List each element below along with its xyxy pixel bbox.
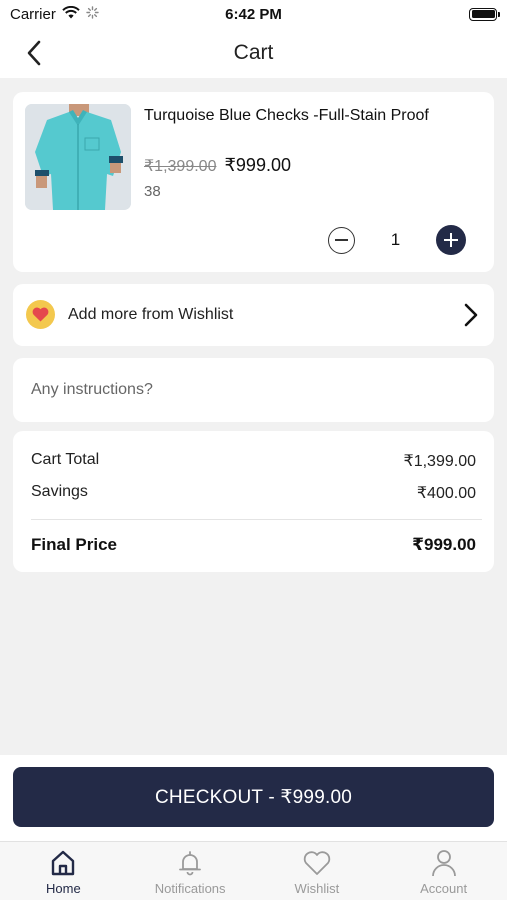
tab-label: Account [420, 881, 468, 896]
final-price-label: Final Price [31, 535, 117, 554]
checkout-area: CHECKOUT - ₹999.00 [0, 755, 507, 841]
cart-total-row: Cart Total ₹1,399.00 [31, 451, 476, 471]
battery-icon [469, 7, 500, 21]
increase-quantity-button[interactable] [436, 225, 466, 255]
tab-bar: Home Notifications Wishlist Account [0, 841, 507, 900]
chevron-right-icon [463, 303, 479, 327]
decrease-quantity-button[interactable] [328, 226, 355, 254]
add-from-wishlist-row[interactable]: Add more from Wishlist [13, 284, 494, 346]
bell-icon [175, 848, 205, 878]
status-bar: Carrier 6:42 PM [0, 0, 507, 28]
instructions-input[interactable] [31, 358, 471, 422]
checkout-button[interactable]: CHECKOUT - ₹999.00 [13, 767, 494, 827]
final-price-row: Final Price ₹999.00 [31, 535, 476, 555]
loading-spinner-icon [86, 5, 99, 23]
user-icon [429, 848, 459, 878]
tab-wishlist[interactable]: Wishlist [254, 842, 381, 900]
tab-home[interactable]: Home [0, 842, 127, 900]
cart-item-card: Turquoise Blue Checks -Full-Stain Proof … [13, 92, 494, 272]
page-title: Cart [233, 41, 274, 64]
product-size: 38 [144, 183, 161, 200]
tab-label: Notifications [154, 881, 226, 896]
nav-bar: Cart [0, 28, 507, 78]
heart-icon [26, 300, 55, 329]
savings-value: ₹400.00 [416, 485, 476, 502]
current-price: ₹999.00 [224, 155, 291, 175]
cart-total-value: ₹1,399.00 [403, 453, 476, 470]
wishlist-prompt-label: Add more from Wishlist [68, 306, 234, 323]
tab-notifications[interactable]: Notifications [127, 842, 254, 900]
carrier-label: Carrier [10, 5, 56, 23]
chevron-left-icon [27, 40, 41, 66]
tab-account[interactable]: Account [380, 842, 507, 900]
tab-label: Home [46, 881, 81, 896]
price-row: ₹1,399.00 ₹999.00 [144, 155, 291, 176]
divider [31, 519, 482, 520]
home-icon [48, 848, 78, 878]
back-button[interactable] [22, 40, 46, 66]
wifi-icon [62, 5, 80, 23]
original-price: ₹1,399.00 [144, 158, 217, 175]
product-name[interactable]: Turquoise Blue Checks -Full-Stain Proof [144, 105, 444, 126]
status-left: Carrier [10, 5, 99, 23]
quantity-value: 1 [390, 230, 401, 249]
quantity-stepper: 1 [328, 225, 466, 255]
product-image[interactable] [25, 104, 131, 210]
savings-row: Savings ₹400.00 [31, 483, 476, 503]
final-price-value: ₹999.00 [412, 535, 476, 554]
heart-icon [302, 848, 332, 878]
price-summary-card: Cart Total ₹1,399.00 Savings ₹400.00 Fin… [13, 431, 494, 572]
tab-label: Wishlist [294, 881, 340, 896]
instructions-card [13, 358, 494, 422]
cart-total-label: Cart Total [31, 451, 100, 468]
savings-label: Savings [31, 483, 88, 500]
